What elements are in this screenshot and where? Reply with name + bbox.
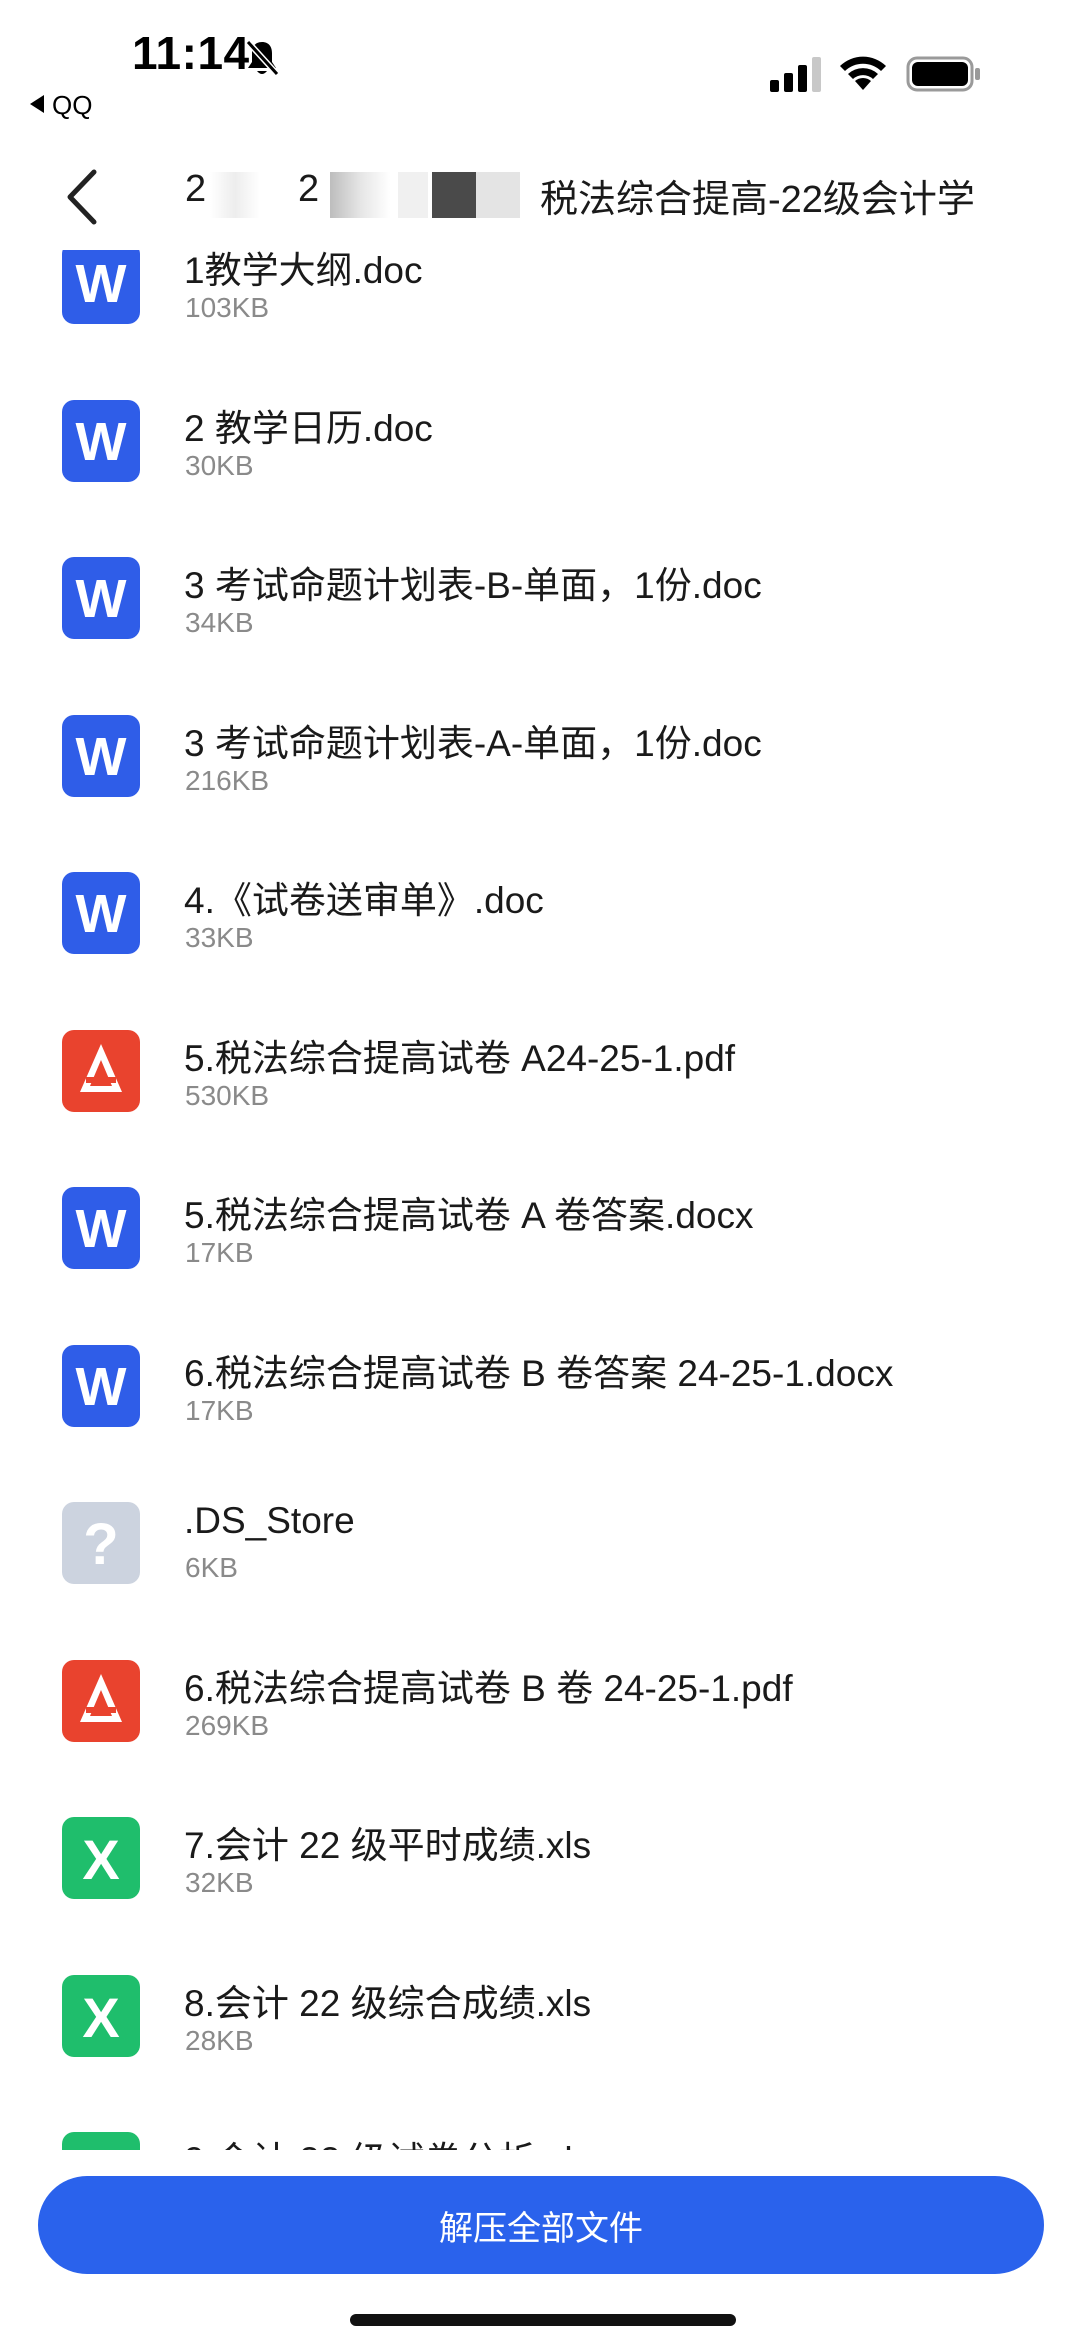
word-doc-icon: W <box>62 1187 140 1269</box>
file-name: 2 教学日历.doc <box>184 407 433 449</box>
file-name: 8.会计 22 级综合成绩.xls <box>184 1982 592 2024</box>
page-title: 2 <box>185 168 206 211</box>
file-list-item[interactable]: W 5.税法综合提高试卷 A 卷答案.docx 17KB <box>0 1185 1080 1343</box>
svg-text:W: W <box>76 569 127 629</box>
unknown-file-icon: ? <box>62 1502 140 1584</box>
file-name: 9.会计 22 级试卷分析.xls <box>184 2130 591 2150</box>
redaction-blur <box>398 172 428 218</box>
file-list-item[interactable]: ? .DS_Store 6KB <box>0 1500 1080 1658</box>
back-app-label: QQ <box>52 90 93 120</box>
file-size: 33KB <box>185 922 254 953</box>
bottom-action-area: 解压全部文件 <box>0 2150 1080 2340</box>
chevron-left-icon[interactable] <box>60 162 110 232</box>
file-name: 4.《试卷送审单》.doc <box>184 880 544 921</box>
redaction-blur <box>210 172 260 218</box>
svg-text:W: W <box>76 254 127 314</box>
redaction-block <box>432 172 476 218</box>
pdf-icon <box>62 1659 140 1742</box>
file-list-item[interactable]: X 9.会计 22 级试卷分析.xls <box>0 2130 1080 2150</box>
file-list: W 1教学大纲.doc 103KB W 2 教学日历.doc 30KB W 3 考试命题计划表… <box>0 250 1080 2150</box>
svg-text:W: W <box>76 1357 127 1417</box>
file-name: .DS_Store <box>184 1500 355 1541</box>
file-size: 30KB <box>185 449 254 481</box>
battery-icon <box>906 56 980 92</box>
word-doc-icon: W <box>62 1344 140 1427</box>
pdf-icon <box>62 1029 140 1112</box>
file-list-item[interactable]: W 2 教学日历.doc 30KB <box>0 398 1080 556</box>
file-name: 6.税法综合提高试卷 B 卷 24-25-1.pdf <box>184 1667 793 1709</box>
file-name: 6.税法综合提高试卷 B 卷答案 24-25-1.docx <box>184 1352 894 1394</box>
file-size: 17KB <box>185 1237 254 1268</box>
nav-bar: 2 2 税法综合提高-22级会计学 <box>0 150 1080 250</box>
file-size: 17KB <box>185 1394 254 1426</box>
status-bar: 11:14 QQ <box>0 0 1080 150</box>
word-doc-icon: W <box>62 399 140 482</box>
svg-text:?: ? <box>83 1512 118 1577</box>
title-prefix-2: 2 <box>298 168 320 210</box>
file-list-item[interactable]: W 1教学大纲.doc 103KB <box>0 250 1080 398</box>
svg-text:X: X <box>82 1828 119 1891</box>
excel-icon: X <box>62 1974 140 2057</box>
svg-text:X: X <box>82 1986 119 2049</box>
file-list-item[interactable]: X 7.会计 22 级平时成绩.xls 32KB <box>0 1815 1080 1973</box>
file-size: 269KB <box>185 1709 270 1741</box>
svg-text:W: W <box>76 412 127 472</box>
file-size: 28KB <box>185 2024 254 2056</box>
file-size: 6KB <box>185 1552 238 1583</box>
wifi-icon <box>840 56 886 90</box>
status-time: 11:14 <box>132 27 250 79</box>
file-size: 216KB <box>185 764 270 796</box>
home-indicator <box>350 2314 736 2326</box>
word-doc-icon: W <box>62 250 140 324</box>
file-list-item[interactable]: W 4.《试卷送审单》.doc 33KB <box>0 870 1080 1028</box>
file-size: 34KB <box>185 607 254 638</box>
extract-all-button[interactable]: 解压全部文件 <box>38 2176 1044 2274</box>
file-name: 1教学大纲.doc <box>184 250 423 291</box>
back-triangle-icon <box>30 95 44 113</box>
file-name: 7.会计 22 级平时成绩.xls <box>184 1825 592 1866</box>
file-name: 3 考试命题计划表-A-单面，1份.doc <box>184 722 762 764</box>
title-prefix-1: 2 <box>185 168 207 210</box>
svg-text:W: W <box>76 1199 127 1259</box>
excel-icon: X <box>62 1817 140 1899</box>
word-doc-icon: W <box>62 714 140 797</box>
word-doc-icon: W <box>62 557 140 639</box>
file-list-item[interactable]: W 6.税法综合提高试卷 B 卷答案 24-25-1.docx 17KB <box>0 1343 1080 1501</box>
excel-icon: X <box>62 2132 140 2150</box>
file-size: 103KB <box>185 292 270 323</box>
cellular-signal-icon <box>770 57 821 92</box>
file-list-item[interactable]: W 3 考试命题计划表-A-单面，1份.doc 216KB <box>0 713 1080 871</box>
svg-text:X: X <box>82 2143 119 2150</box>
file-name: 3 考试命题计划表-B-单面，1份.doc <box>184 565 762 606</box>
svg-text:W: W <box>76 727 127 787</box>
redaction-blur <box>330 172 390 218</box>
page-title-main: 税法综合提高-22级会计学 <box>540 179 975 221</box>
bell-muted-icon <box>245 39 280 77</box>
page-title-part-2: 2 <box>298 168 319 211</box>
file-list-item[interactable]: X 8.会计 22 级综合成绩.xls 28KB <box>0 1973 1080 2131</box>
redaction-block <box>476 172 520 218</box>
file-name: 5.税法综合提高试卷 A 卷答案.docx <box>184 1195 754 1236</box>
file-size: 32KB <box>185 1867 254 1898</box>
back-to-app-link[interactable]: QQ <box>30 90 92 121</box>
file-list-item[interactable]: 6.税法综合提高试卷 B 卷 24-25-1.pdf 269KB <box>0 1658 1080 1816</box>
file-list-item[interactable]: 5.税法综合提高试卷 A24-25-1.pdf 530KB <box>0 1028 1080 1186</box>
svg-text:W: W <box>76 884 127 944</box>
file-size: 530KB <box>185 1079 270 1111</box>
file-name: 5.税法综合提高试卷 A24-25-1.pdf <box>184 1037 736 1079</box>
word-doc-icon: W <box>62 872 140 954</box>
file-list-item[interactable]: W 3 考试命题计划表-B-单面，1份.doc 34KB <box>0 555 1080 713</box>
